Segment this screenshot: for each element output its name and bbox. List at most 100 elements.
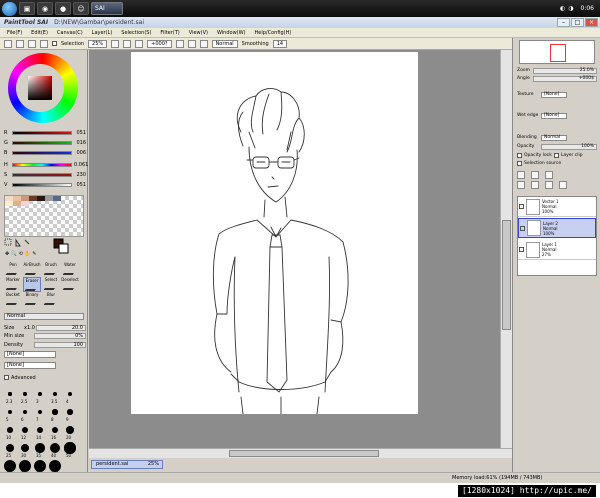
brush-size-preset[interactable] bbox=[22, 409, 28, 415]
tool-brush[interactable]: Brush bbox=[42, 262, 60, 277]
texture-row[interactable]: Texture [None] bbox=[517, 91, 597, 98]
start-button[interactable] bbox=[2, 1, 17, 16]
min-size-row[interactable]: Min size 0% bbox=[4, 332, 86, 339]
brush-size-preset[interactable] bbox=[67, 409, 73, 415]
blending-row[interactable]: Blending Normal bbox=[517, 134, 597, 141]
brush-texture-dropdown[interactable]: [None] bbox=[4, 362, 56, 369]
zoom-in-icon[interactable] bbox=[123, 39, 132, 48]
brush-size-preset[interactable] bbox=[7, 409, 13, 415]
menu-view[interactable]: View(V) bbox=[189, 30, 208, 36]
taskbar-icon-folder[interactable]: ▣ bbox=[19, 2, 35, 15]
visibility-eye-icon[interactable] bbox=[519, 247, 524, 252]
menu-filter[interactable]: Filter(T) bbox=[160, 30, 179, 36]
brush-shape-dropdown[interactable]: [None] bbox=[4, 351, 56, 358]
wet-edge-row[interactable]: Wet edge [None] bbox=[517, 112, 597, 119]
slider-v[interactable]: V 051 bbox=[4, 181, 86, 188]
tray-icon[interactable]: ◑ bbox=[568, 5, 573, 12]
angle-field[interactable]: +000? bbox=[147, 39, 172, 48]
opacity-lock-checkbox[interactable] bbox=[517, 153, 522, 158]
tool-select[interactable]: Select bbox=[42, 277, 60, 292]
selection-source-checkbox[interactable] bbox=[517, 161, 522, 166]
blend-mode-dropdown[interactable]: Normal bbox=[211, 39, 238, 48]
slider-g[interactable]: G 016 bbox=[4, 139, 86, 146]
color-wheel[interactable] bbox=[5, 53, 81, 125]
tray-icon[interactable]: ◐ bbox=[560, 5, 565, 12]
reset-rotation-icon[interactable] bbox=[187, 39, 196, 48]
layer-item-layer-2[interactable]: Layer 2 Normal 100% bbox=[518, 218, 596, 238]
menu-file[interactable]: File(F) bbox=[7, 30, 22, 36]
opacity-row[interactable]: Opacity 100% bbox=[517, 143, 597, 150]
canvas-paper[interactable] bbox=[131, 52, 418, 414]
tool-bucket[interactable]: Bucket bbox=[4, 292, 22, 307]
brush-size-preset[interactable] bbox=[8, 392, 12, 396]
menu-selection[interactable]: Selection(S) bbox=[121, 30, 151, 36]
redo-icon[interactable] bbox=[16, 39, 24, 48]
brush-size-preset[interactable] bbox=[38, 392, 42, 396]
brush-size-preset[interactable] bbox=[53, 392, 57, 396]
new-vector-layer-icon[interactable] bbox=[531, 170, 539, 179]
document-tab[interactable]: persident.sai 25% bbox=[91, 460, 163, 469]
brush-size-preset[interactable] bbox=[35, 443, 45, 453]
maximize-button[interactable]: □ bbox=[571, 18, 584, 27]
brush-size-preset[interactable] bbox=[68, 392, 72, 396]
visibility-eye-icon[interactable] bbox=[519, 204, 524, 209]
brush-size-preset[interactable] bbox=[52, 409, 58, 415]
copy-layer-icon[interactable] bbox=[531, 180, 539, 189]
saturation-value-square[interactable] bbox=[28, 76, 52, 100]
brush-size-preset[interactable] bbox=[36, 426, 44, 434]
tool-airbrush[interactable]: AirBrush bbox=[23, 262, 41, 277]
menu-layer[interactable]: Layer(L) bbox=[92, 30, 113, 36]
menu-edit[interactable]: Edit(E) bbox=[31, 30, 48, 36]
rotate-right-icon[interactable] bbox=[175, 39, 184, 48]
brush-size-preset[interactable] bbox=[7, 427, 13, 433]
menu-canvas[interactable]: Canvas(C) bbox=[57, 30, 83, 36]
tool-marker[interactable]: Marker bbox=[4, 277, 22, 292]
taskbar-icon-messenger[interactable]: ☺ bbox=[73, 2, 89, 15]
density-row[interactable]: Density 100 bbox=[4, 341, 86, 348]
vertical-scrollbar[interactable] bbox=[500, 50, 512, 448]
zoom-dropdown[interactable]: 25% bbox=[88, 39, 108, 48]
layer-item-layer-1[interactable]: Layer 1 Normal 27% bbox=[518, 240, 596, 260]
brush-size-presets[interactable]: 2.32.533.5456789101214162025303540506070… bbox=[4, 386, 80, 480]
clear-layer-icon[interactable] bbox=[545, 180, 553, 189]
slider-h[interactable]: H 0.061 bbox=[4, 161, 88, 168]
horizontal-scroll-thumb[interactable] bbox=[229, 450, 379, 457]
slider-s[interactable]: S 230 bbox=[4, 171, 86, 178]
tool-eraser[interactable]: Eraser bbox=[23, 277, 41, 292]
slider-b[interactable]: B 006 bbox=[4, 149, 86, 156]
merge-down-icon[interactable] bbox=[517, 180, 525, 189]
swatch-row[interactable] bbox=[5, 196, 85, 206]
tool-blur[interactable]: Blur bbox=[42, 292, 60, 307]
navigator-preview[interactable] bbox=[519, 40, 595, 64]
brush-size-preset[interactable] bbox=[66, 426, 74, 434]
tool-deselect[interactable]: Deselect bbox=[61, 277, 79, 292]
flip-icon[interactable] bbox=[199, 39, 208, 48]
taskbar-icon-firefox[interactable]: ● bbox=[55, 2, 71, 15]
tool-binary[interactable]: Binary bbox=[23, 292, 41, 307]
rotate-left-icon[interactable] bbox=[135, 39, 144, 48]
minimize-button[interactable]: – bbox=[557, 18, 570, 27]
selection-tools[interactable]: ✥ 🔍 ⟲ ✋ ✎ bbox=[4, 238, 84, 260]
layer-clip-checkbox[interactable] bbox=[553, 153, 559, 158]
advanced-row[interactable]: Advanced bbox=[4, 374, 86, 381]
new-layer-icon[interactable] bbox=[517, 170, 525, 179]
brush-size-preset[interactable] bbox=[23, 392, 27, 396]
undo-icon[interactable] bbox=[4, 39, 12, 48]
brush-size-preset[interactable] bbox=[49, 442, 61, 454]
taskbar-app-sai[interactable]: SAI bbox=[91, 2, 123, 15]
brush-size-preset[interactable] bbox=[37, 409, 43, 415]
new-folder-icon[interactable] bbox=[545, 170, 553, 179]
nav-angle-row[interactable]: Angle +000$ bbox=[517, 75, 597, 82]
close-button[interactable]: × bbox=[585, 18, 598, 27]
invert-selection-icon[interactable] bbox=[40, 39, 48, 48]
tool-pen[interactable]: Pen bbox=[4, 262, 22, 277]
zoom-out-icon[interactable] bbox=[111, 39, 120, 48]
brush-size-row[interactable]: Size x1.0 20.0 bbox=[4, 324, 86, 331]
canvas-viewport[interactable] bbox=[89, 50, 512, 448]
layer-item-vector-1[interactable]: Vector 1 Normal 100% bbox=[518, 197, 596, 217]
delete-layer-icon[interactable] bbox=[559, 180, 567, 189]
color-swatches[interactable] bbox=[4, 195, 84, 237]
navigator-viewport[interactable] bbox=[550, 44, 566, 62]
visibility-eye-icon[interactable] bbox=[520, 225, 525, 231]
horizontal-scrollbar[interactable] bbox=[89, 448, 512, 458]
